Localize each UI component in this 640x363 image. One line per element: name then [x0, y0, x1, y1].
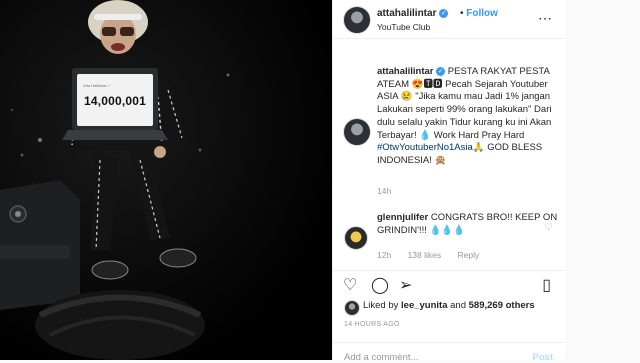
- follow-button[interactable]: • Follow: [460, 8, 498, 19]
- caption-hashtag[interactable]: #OtwYoutuberNo1Asia: [377, 142, 473, 153]
- heart-icon[interactable]: ♡: [343, 275, 357, 295]
- post-photo[interactable]: Atta Halilintar ✓ 14,000,001: [0, 0, 332, 360]
- likes-middle: and: [447, 300, 469, 311]
- comment-like-icon[interactable]: ♡: [544, 222, 553, 233]
- author-username-row: attahalilintar ✓: [377, 8, 449, 19]
- post-timestamp[interactable]: 14 HOURS AGO: [344, 321, 400, 328]
- caption-timestamp[interactable]: 14h: [377, 186, 391, 196]
- liker-avatar[interactable]: [344, 300, 360, 316]
- likes-prefix: Liked by: [363, 300, 402, 311]
- comment-meta: 12h 138 likes Reply: [377, 250, 493, 260]
- likes-summary: Liked by lee_yunita and 589,269 others: [363, 300, 535, 311]
- comment-likes[interactable]: 138 likes: [408, 250, 442, 260]
- comment: glennjulifer CONGRATS BRO!! KEEP ON GRIN…: [377, 212, 559, 237]
- comment-reply-button[interactable]: Reply: [458, 250, 480, 260]
- post-location[interactable]: YouTube Club: [377, 22, 430, 32]
- follow-label: Follow: [466, 8, 498, 19]
- action-bar: ♡ ◯ ➢ ▯: [333, 270, 565, 297]
- more-icon[interactable]: ⋯: [538, 10, 553, 27]
- post-comment-button[interactable]: Post: [532, 352, 553, 363]
- share-icon[interactable]: ➢: [399, 275, 412, 295]
- laptop-screen-header: Atta Halilintar ✓: [83, 83, 112, 88]
- commenter-username[interactable]: glennjulifer: [377, 212, 428, 223]
- commenter-avatar[interactable]: [344, 226, 368, 250]
- comment-input[interactable]: Add a comment...: [344, 352, 418, 363]
- add-comment-bar: Add a comment... Post: [333, 342, 565, 363]
- likes-count[interactable]: 589,269 others: [469, 300, 535, 311]
- caption-author-avatar[interactable]: [343, 118, 371, 146]
- subscriber-count: 14,000,001: [83, 94, 147, 108]
- comment-icon[interactable]: ◯: [371, 275, 389, 295]
- verified-badge-icon: ✓: [439, 8, 449, 18]
- post-side-panel: attahalilintar ✓ • Follow YouTube Club ⋯…: [332, 0, 566, 363]
- liker-username[interactable]: lee_yunita: [401, 300, 447, 311]
- caption-author-username[interactable]: attahalilintar: [377, 66, 434, 77]
- bookmark-icon[interactable]: ▯: [542, 275, 551, 295]
- author-avatar[interactable]: [343, 6, 371, 34]
- laptop-screen: Atta Halilintar ✓ 14,000,001: [77, 74, 153, 126]
- verified-badge-icon: ✓: [436, 66, 446, 76]
- post-caption: attahalilintar ✓ PESTA RAKYAT PESTA ATEA…: [377, 66, 559, 168]
- caption-text: PESTA RAKYAT PESTA ATEAM 😍🆃🅳 Pecah Sejar…: [377, 66, 552, 141]
- page-background: [565, 0, 640, 360]
- post-header: attahalilintar ✓ • Follow YouTube Club ⋯: [333, 0, 565, 39]
- author-username[interactable]: attahalilintar: [377, 8, 436, 19]
- photo-scene: [0, 0, 332, 360]
- comment-timestamp[interactable]: 12h: [377, 250, 391, 260]
